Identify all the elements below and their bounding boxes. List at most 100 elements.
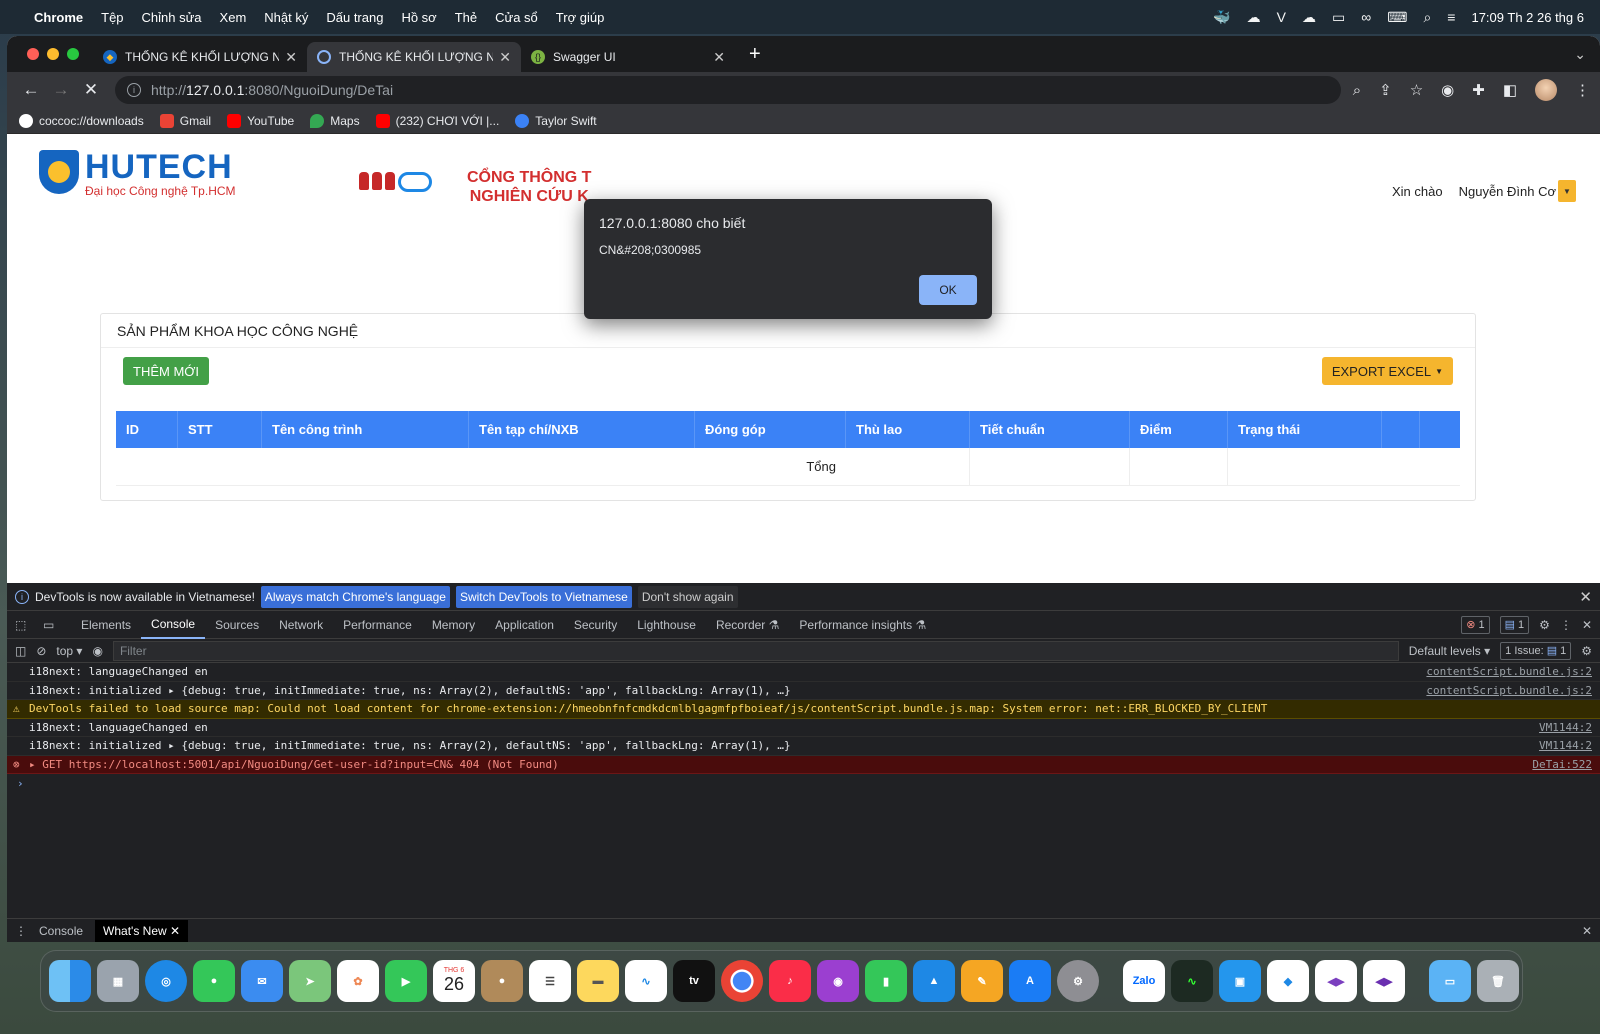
issues-badge[interactable]: 1 Issue: ▤ 1 bbox=[1500, 641, 1572, 660]
system-settings-icon[interactable]: ⚙ bbox=[1057, 960, 1099, 1002]
tab-elements[interactable]: Elements bbox=[71, 611, 141, 639]
tab-security[interactable]: Security bbox=[564, 611, 627, 639]
tab-console[interactable]: Console bbox=[141, 611, 206, 639]
calendar-icon[interactable]: THG 6 26 bbox=[433, 960, 475, 1002]
activity-monitor-icon[interactable]: ∿ bbox=[1171, 960, 1213, 1002]
reminders-icon[interactable]: ☰ bbox=[529, 960, 571, 1002]
menu-file[interactable]: Tệp bbox=[101, 10, 123, 25]
bookmark-coccoc[interactable]: coccoc://downloads bbox=[19, 113, 144, 128]
visual-studio-icon[interactable]: ◀▶ bbox=[1315, 960, 1357, 1002]
tab-search-chevron-icon[interactable]: ⌄ bbox=[1574, 46, 1586, 63]
context-selector[interactable]: top ▾ bbox=[56, 644, 82, 658]
user-dropdown-caret-icon[interactable]: ▼ bbox=[1558, 180, 1576, 202]
photos-icon[interactable]: ✿ bbox=[337, 960, 379, 1002]
numbers-icon[interactable]: ▮ bbox=[865, 960, 907, 1002]
tab-lighthouse[interactable]: Lighthouse bbox=[627, 611, 706, 639]
control-center-icon[interactable]: ≡ bbox=[1447, 9, 1455, 25]
menu-clock[interactable]: 17:09 Th 2 26 thg 6 bbox=[1471, 10, 1584, 25]
tab-recorder[interactable]: Recorder ⚗ bbox=[706, 611, 789, 639]
drawer-menu-icon[interactable]: ⋮ bbox=[15, 924, 27, 938]
tab-memory[interactable]: Memory bbox=[422, 611, 485, 639]
menu-profiles[interactable]: Hồ sơ bbox=[401, 10, 436, 25]
contacts-icon[interactable]: ● bbox=[481, 960, 523, 1002]
tab-sources[interactable]: Sources bbox=[205, 611, 269, 639]
mail-icon[interactable]: ✉ bbox=[241, 960, 283, 1002]
bookmark-taylor-swift[interactable]: Taylor Swift bbox=[515, 113, 597, 128]
cloud-off-icon[interactable]: ☁ bbox=[1247, 9, 1261, 26]
visual-studio-preview-icon[interactable]: ◀▶ bbox=[1363, 960, 1405, 1002]
console-filter-input[interactable]: Filter bbox=[112, 640, 1399, 661]
message-count-badge[interactable]: ▤ 1 bbox=[1499, 615, 1530, 634]
keyboard-icon[interactable]: ⌨ bbox=[1387, 9, 1407, 26]
close-devtools-icon[interactable]: ✕ bbox=[1582, 618, 1592, 632]
col-id[interactable]: ID bbox=[116, 411, 178, 448]
new-tab-plus-icon[interactable]: + bbox=[749, 43, 761, 66]
menu-view[interactable]: Xem bbox=[220, 10, 247, 25]
chrome-menu-icon[interactable]: ⋮ bbox=[1575, 81, 1590, 99]
menu-tab[interactable]: Thẻ bbox=[455, 10, 477, 25]
close-tab-icon[interactable]: ✕ bbox=[285, 49, 297, 66]
freeform-icon[interactable]: ∿ bbox=[625, 960, 667, 1002]
col-journal[interactable]: Tên tạp chí/NXB bbox=[469, 411, 695, 448]
bookmark-youtube-video[interactable]: (232) CHƠI VỚI |... bbox=[375, 113, 499, 128]
podcasts-icon[interactable]: ◉ bbox=[817, 960, 859, 1002]
maximize-window-button[interactable] bbox=[67, 48, 79, 60]
bookmark-gmail[interactable]: Gmail bbox=[159, 113, 211, 128]
apple-tv-icon[interactable]: tv bbox=[673, 960, 715, 1002]
console-message[interactable]: i18next: languageChanged en contentScrip… bbox=[7, 663, 1600, 682]
console-source-link[interactable]: contentScript.bundle.js:2 bbox=[1414, 684, 1592, 697]
console-warning[interactable]: ⚠ DevTools failed to load source map: Co… bbox=[7, 700, 1600, 719]
docker-icon[interactable]: ▣ bbox=[1219, 960, 1261, 1002]
console-settings-gear-icon[interactable]: ⚙ bbox=[1581, 644, 1592, 658]
messages-icon[interactable]: ● bbox=[193, 960, 235, 1002]
col-stt[interactable]: STT bbox=[178, 411, 262, 448]
menu-window[interactable]: Cửa sổ bbox=[495, 10, 538, 25]
link-icon[interactable]: ∞ bbox=[1361, 9, 1371, 25]
app-store-icon[interactable]: A bbox=[1009, 960, 1051, 1002]
spotlight-search-icon[interactable]: ⌕ bbox=[1423, 9, 1431, 26]
drawer-tab-console[interactable]: Console bbox=[31, 920, 91, 942]
tab-performance[interactable]: Performance bbox=[333, 611, 422, 639]
close-window-button[interactable] bbox=[27, 48, 39, 60]
live-expression-eye-icon[interactable]: ◉ bbox=[92, 644, 102, 658]
docker-status-icon[interactable]: 🐳 bbox=[1213, 9, 1230, 26]
menu-help[interactable]: Trợ giúp bbox=[556, 10, 605, 25]
clear-console-icon[interactable]: ⊘ bbox=[36, 644, 46, 658]
menu-edit[interactable]: Chỉnh sửa bbox=[142, 10, 202, 25]
console-message[interactable]: i18next: initialized ▸ {debug: true, ini… bbox=[7, 737, 1600, 756]
downloads-folder-icon[interactable]: ▭ bbox=[1429, 960, 1471, 1002]
add-new-button[interactable]: THÊM MỚI bbox=[123, 357, 210, 385]
switch-language-button[interactable]: Switch DevTools to Vietnamese bbox=[455, 585, 632, 608]
col-remuneration[interactable]: Thù lao bbox=[846, 411, 970, 448]
tab-application[interactable]: Application bbox=[485, 611, 564, 639]
alert-ok-button[interactable]: OK bbox=[919, 275, 977, 305]
pages-icon[interactable]: ✎ bbox=[961, 960, 1003, 1002]
match-language-button[interactable]: Always match Chrome's language bbox=[260, 585, 450, 608]
stop-loading-icon[interactable]: ✕ bbox=[77, 80, 105, 100]
console-source-link[interactable]: VM1144:2 bbox=[1527, 739, 1592, 752]
menu-history[interactable]: Nhật ký bbox=[264, 10, 308, 25]
export-excel-button[interactable]: EXPORT EXCEL ▼ bbox=[1321, 357, 1453, 385]
close-infobar-icon[interactable]: ✕ bbox=[1579, 588, 1592, 606]
console-error[interactable]: ⊗ ▸ GET https://localhost:5001/api/Nguoi… bbox=[7, 755, 1600, 774]
console-message[interactable]: i18next: languageChanged en VM1144:2 bbox=[7, 719, 1600, 737]
console-source-link[interactable]: contentScript.bundle.js:2 bbox=[1414, 665, 1592, 678]
vpn-v-icon[interactable]: V bbox=[1277, 9, 1286, 25]
console-message[interactable]: i18next: initialized ▸ {debug: true, ini… bbox=[7, 682, 1600, 700]
inspect-element-icon[interactable]: ⬚ bbox=[15, 618, 35, 632]
more-options-icon[interactable]: ⋮ bbox=[1560, 618, 1572, 632]
tab-performance-insights[interactable]: Performance insights ⚗ bbox=[789, 611, 936, 639]
maps-icon[interactable]: ➤ bbox=[289, 960, 331, 1002]
minimize-window-button[interactable] bbox=[47, 48, 59, 60]
side-panel-icon[interactable]: ◧ bbox=[1503, 81, 1517, 99]
close-tab-icon[interactable]: ✕ bbox=[713, 49, 725, 66]
col-status[interactable]: Trạng thái bbox=[1228, 411, 1382, 448]
error-count-badge[interactable]: ⊗ 1 bbox=[1461, 615, 1490, 634]
close-tab-icon[interactable]: ✕ bbox=[499, 49, 511, 66]
profile-avatar[interactable] bbox=[1535, 79, 1557, 101]
col-standard-periods[interactable]: Tiết chuẩn bbox=[970, 411, 1130, 448]
col-score[interactable]: Điểm bbox=[1130, 411, 1228, 448]
console-source-link[interactable]: VM1144:2 bbox=[1527, 721, 1592, 734]
drawer-tab-whats-new[interactable]: What's New ✕ bbox=[95, 919, 189, 942]
device-toolbar-icon[interactable]: ▭ bbox=[43, 618, 63, 632]
